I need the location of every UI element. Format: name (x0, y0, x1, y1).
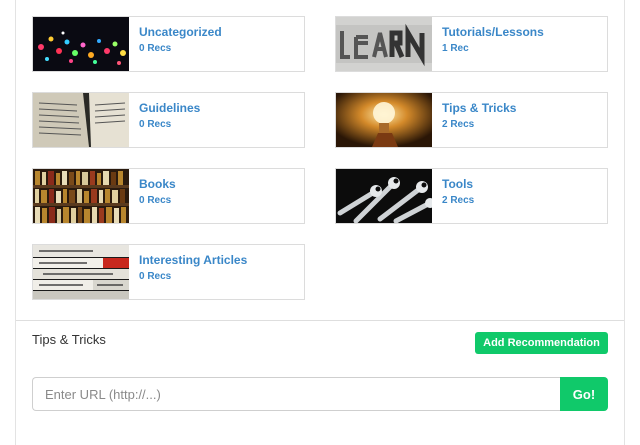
bokeh-lights-thumbnail (33, 17, 129, 71)
lightbulb-thumbnail (336, 93, 432, 147)
category-grid: Uncategorized 0 Recs Tutorials/Lessons 1… (16, 0, 626, 320)
category-count: 1 Rec (442, 43, 469, 54)
section-title: Tips & Tricks (32, 332, 106, 347)
go-button[interactable]: Go! (560, 377, 608, 411)
category-card-tutorials-lessons[interactable]: Tutorials/Lessons 1 Rec (335, 16, 608, 72)
category-title[interactable]: Tools (442, 177, 474, 191)
category-count: 0 Recs (139, 43, 172, 54)
bookshelf-thumbnail (33, 169, 129, 223)
category-count: 2 Recs (442, 195, 475, 206)
category-title[interactable]: Tips & Tricks (442, 101, 516, 115)
open-book-thumbnail (33, 93, 129, 147)
section-divider (16, 320, 624, 321)
category-count: 0 Recs (139, 271, 172, 282)
category-title[interactable]: Tutorials/Lessons (442, 25, 544, 39)
learn-letters-thumbnail (336, 17, 432, 71)
add-recommendation-button[interactable]: Add Recommendation (475, 332, 608, 354)
wrenches-thumbnail (336, 169, 432, 223)
category-card-tools[interactable]: Tools 2 Recs (335, 168, 608, 224)
category-card-guidelines[interactable]: Guidelines 0 Recs (32, 92, 305, 148)
category-card-uncategorized[interactable]: Uncategorized 0 Recs (32, 16, 305, 72)
category-card-tips-tricks[interactable]: Tips & Tricks 2 Recs (335, 92, 608, 148)
url-input[interactable] (32, 377, 562, 411)
category-card-interesting-articles[interactable]: Interesting Articles 0 Recs (32, 244, 305, 300)
category-count: 0 Recs (139, 195, 172, 206)
category-count: 2 Recs (442, 119, 475, 130)
newspapers-thumbnail (33, 245, 129, 299)
category-title[interactable]: Books (139, 177, 176, 191)
category-card-books[interactable]: Books 0 Recs (32, 168, 305, 224)
category-count: 0 Recs (139, 119, 172, 130)
category-title[interactable]: Uncategorized (139, 25, 222, 39)
category-title[interactable]: Interesting Articles (139, 253, 247, 267)
category-title[interactable]: Guidelines (139, 101, 200, 115)
category-panel: Uncategorized 0 Recs Tutorials/Lessons 1… (15, 0, 625, 445)
